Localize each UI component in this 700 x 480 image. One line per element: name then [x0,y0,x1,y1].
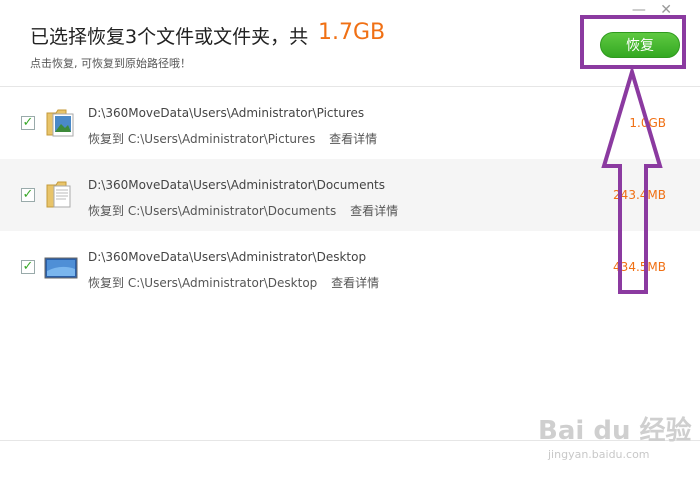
item-path: D:\360MoveData\Users\Administrator\Pictu… [88,106,365,120]
item-path: D:\360MoveData\Users\Administrator\Docum… [88,178,386,192]
page-subtitle: 点击恢复, 可恢复到原始路径哦！ [30,57,191,70]
desktop-icon [44,257,78,279]
list-item: ✓ D:\360MoveData\Users\Administrator\Doc… [0,159,700,231]
item-checkbox[interactable]: ✓ [21,188,35,202]
restore-prefix: 恢复到 [88,132,125,146]
restore-target: C:\Users\Administrator\Pictures [127,132,316,146]
item-size: 434.5MB [613,260,666,274]
list-item: ✓ D:\360MoveData\Users\Administrator\Des… [0,231,700,303]
view-details-link[interactable]: 查看详情 [350,204,398,218]
document-folder-icon [46,181,71,208]
view-details-link[interactable]: 查看详情 [329,132,377,146]
annotation-highlight-box [580,15,686,69]
item-size: 243.4MB [613,188,666,202]
page-title: 已选择恢复3个文件或文件夹，共 [30,26,309,48]
restore-target: C:\Users\Administrator\Documents [127,204,337,218]
item-checkbox[interactable]: ✓ [21,260,35,274]
item-checkbox[interactable]: ✓ [21,116,35,130]
restore-prefix: 恢复到 [88,204,125,218]
item-size: 1.0GB [629,116,666,130]
item-restore-line: 恢复到 C:\Users\Administrator\Desktop 查看详情 [88,274,379,291]
item-restore-line: 恢复到 C:\Users\Administrator\Documents 查看详… [88,202,398,219]
list-item: ✓ D:\360MoveData\Users\Administrator\Pic… [0,87,700,159]
item-restore-line: 恢复到 C:\Users\Administrator\Pictures 查看详情 [88,130,377,147]
item-path: D:\360MoveData\Users\Administrator\Deskt… [88,250,367,264]
view-details-link[interactable]: 查看详情 [331,276,379,290]
restore-prefix: 恢复到 [88,276,125,290]
watermark: Bai du 经验 [538,416,692,446]
watermark-url: jingyan.baidu.com [548,448,650,461]
picture-folder-icon [46,109,74,137]
restore-target: C:\Users\Administrator\Desktop [127,276,318,290]
header: 已选择恢复3个文件或文件夹，共 1.7GB 点击恢复, 可恢复到原始路径哦！ —… [0,0,700,86]
total-size: 1.7GB [318,20,386,45]
